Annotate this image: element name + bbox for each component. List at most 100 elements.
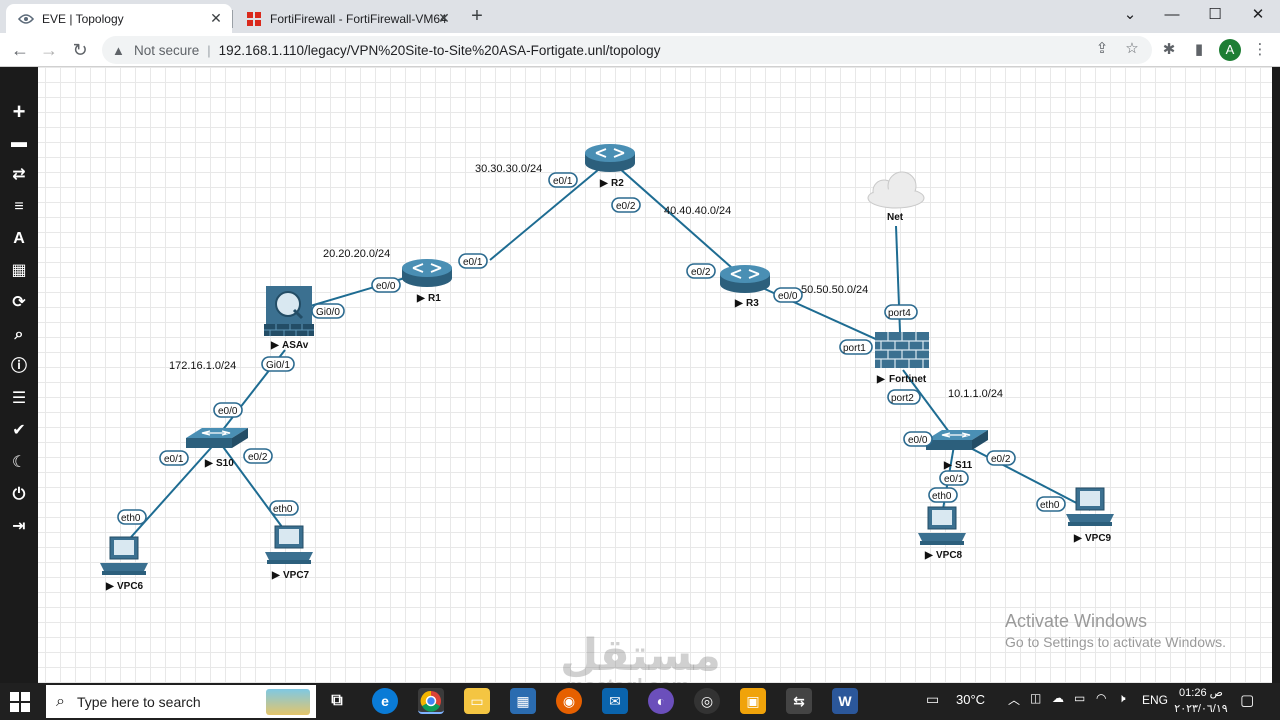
network-label: 50.50.50.0/24 xyxy=(801,284,868,296)
svg-text:eth0: eth0 xyxy=(273,504,293,515)
port-label[interactable]: e0/0 xyxy=(213,402,243,418)
switch-s11[interactable]: ▶ S11 xyxy=(925,429,989,471)
search-placeholder: Type here to search xyxy=(76,693,201,710)
port-label[interactable]: e0/0 xyxy=(903,431,933,447)
router-r2[interactable]: ▶ R2 xyxy=(584,143,636,189)
switch-s10[interactable]: ▶ S10 xyxy=(185,427,249,469)
port-label[interactable]: eth0 xyxy=(928,487,958,503)
close-tab-icon[interactable]: ✕ xyxy=(208,10,224,26)
extensions-icon[interactable]: ✱ xyxy=(1159,40,1179,60)
tab-eve-topology[interactable]: EVE | Topology ✕ xyxy=(6,4,232,33)
port-label[interactable]: port2 xyxy=(887,389,921,405)
obs-icon[interactable]: ◎ xyxy=(694,688,720,714)
app-icon[interactable]: ◐ xyxy=(648,688,674,714)
menu-icon[interactable]: ⋮ xyxy=(1250,40,1270,60)
router-r1[interactable]: ▶ R1 xyxy=(401,258,453,304)
router-r3[interactable]: ▶ R3 xyxy=(719,264,771,309)
port-label[interactable]: e0/1 xyxy=(548,172,578,188)
link-s11-vpc9[interactable] xyxy=(954,439,1091,511)
port-label[interactable]: e0/0 xyxy=(371,277,401,293)
port-label[interactable]: e0/2 xyxy=(243,448,273,464)
clock[interactable]: 01:26 ص ٢٠٢٣/٠٦/١٩ xyxy=(1170,685,1232,717)
firewall-asav[interactable]: ▶ ASAv xyxy=(264,286,314,351)
meet-icon[interactable]: ◫ xyxy=(1030,691,1041,705)
svg-text:port1: port1 xyxy=(843,343,866,354)
share-icon[interactable]: ⇪ xyxy=(1092,39,1112,59)
app-icon[interactable]: ▣ xyxy=(740,688,766,714)
topology-diagram: 30.30.30.0/24 40.40.40.0/24 20.20.20.0/2… xyxy=(99,143,1115,592)
vpc9[interactable]: ▶ VPC9 xyxy=(1065,487,1115,544)
port-label[interactable]: port4 xyxy=(884,304,918,320)
mostaql-logo: مستقل xyxy=(560,631,721,680)
close-window-icon[interactable]: ✕ xyxy=(1246,4,1270,26)
port-label[interactable]: Gi0/1 xyxy=(261,356,295,372)
mail-icon[interactable]: ✉ xyxy=(602,688,628,714)
cloud-net[interactable]: Net xyxy=(867,171,925,223)
cloud-icon[interactable]: ☁ xyxy=(1052,691,1064,705)
task-view-icon[interactable]: ⧉ xyxy=(324,688,350,714)
reload-icon[interactable]: ↻ xyxy=(68,38,92,62)
switch-icon xyxy=(925,429,989,451)
port-label[interactable]: e0/2 xyxy=(686,263,716,279)
play-icon: ▶ xyxy=(204,458,214,469)
edge-icon[interactable]: e xyxy=(372,688,398,714)
switch-icon xyxy=(185,427,249,449)
tab-title: EVE | Topology xyxy=(42,11,124,26)
bookmark-star-icon[interactable]: ☆ xyxy=(1122,39,1142,59)
chevron-up-icon[interactable]: ︿ xyxy=(1008,691,1020,708)
volume-icon[interactable]: 🕨 xyxy=(1118,691,1126,706)
battery-icon[interactable]: ▭ xyxy=(1074,691,1085,705)
minimize-icon[interactable]: — xyxy=(1160,4,1184,26)
asa-icon xyxy=(264,286,314,336)
file-explorer-icon[interactable]: ▭ xyxy=(464,688,490,714)
store-icon[interactable]: ▦ xyxy=(510,688,536,714)
side-panel-icon[interactable]: ▮ xyxy=(1189,40,1209,60)
network-tool-icon[interactable]: ⇆ xyxy=(786,688,812,714)
play-icon: ▶ xyxy=(943,460,953,471)
link-r2-r1[interactable] xyxy=(489,159,611,261)
weather-icon[interactable]: ▭ xyxy=(926,691,939,708)
temperature[interactable]: 30°C xyxy=(956,692,985,707)
vpc6[interactable]: ▶ VPC6 xyxy=(99,536,149,592)
chrome-icon[interactable] xyxy=(418,688,444,714)
port-label[interactable]: eth0 xyxy=(269,500,299,516)
port-label[interactable]: e0/1 xyxy=(458,253,488,269)
port-label[interactable]: e0/2 xyxy=(611,197,641,213)
port-label[interactable]: eth0 xyxy=(117,509,147,525)
device-label: S11 xyxy=(955,460,973,471)
wifi-icon[interactable]: ◠ xyxy=(1096,691,1106,705)
windows-start-icon[interactable] xyxy=(8,690,32,714)
divider: | xyxy=(207,42,211,58)
notifications-icon[interactable]: ▢ xyxy=(1240,691,1254,709)
svg-text:e0/0: e0/0 xyxy=(908,435,928,446)
close-tab-icon[interactable]: ✕ xyxy=(436,10,452,26)
language-indicator[interactable]: ENG xyxy=(1142,693,1168,707)
port-label[interactable]: e0/0 xyxy=(773,287,803,303)
port-label[interactable]: e0/1 xyxy=(939,470,969,486)
svg-text:e0/0: e0/0 xyxy=(778,291,798,302)
address-bar[interactable]: ▲ Not secure | 192.168.1.110/legacy/VPN%… xyxy=(102,36,1152,64)
link-r2-r3[interactable] xyxy=(609,159,741,276)
new-tab-icon[interactable]: + xyxy=(466,6,488,28)
vpc7[interactable]: ▶ VPC7 xyxy=(264,525,314,581)
port-label[interactable]: e0/2 xyxy=(986,450,1016,466)
port-label[interactable]: port1 xyxy=(839,339,873,355)
port-label[interactable]: Gi0/0 xyxy=(311,303,345,319)
tab-title: FortiFirewall - FortiFirewall-VM64 xyxy=(270,11,447,26)
tab-search-icon[interactable]: ⌄ xyxy=(1118,4,1142,26)
port-label[interactable]: eth0 xyxy=(1036,496,1066,512)
svg-text:Gi0/0: Gi0/0 xyxy=(316,307,340,318)
avatar[interactable]: A xyxy=(1219,39,1241,61)
firefox-icon[interactable]: ◉ xyxy=(556,688,582,714)
forward-icon[interactable]: → xyxy=(37,38,61,62)
maximize-icon[interactable]: ☐ xyxy=(1203,4,1227,26)
word-icon[interactable]: W xyxy=(832,688,858,714)
svg-text:port2: port2 xyxy=(891,393,914,404)
back-icon[interactable]: ← xyxy=(8,38,32,62)
url-text[interactable]: 192.168.1.110/legacy/VPN%20Site-to-Site%… xyxy=(219,43,661,58)
port-label[interactable]: e0/1 xyxy=(159,450,189,466)
tab-fortifirewall[interactable]: FortiFirewall - FortiFirewall-VM64 ✕ xyxy=(234,4,460,33)
taskbar-search[interactable]: ⌕ Type here to search xyxy=(46,685,316,718)
vpc8[interactable]: ▶ VPC8 xyxy=(917,506,967,561)
firewall-fortinet[interactable]: ▶ Fortinet xyxy=(875,332,929,385)
